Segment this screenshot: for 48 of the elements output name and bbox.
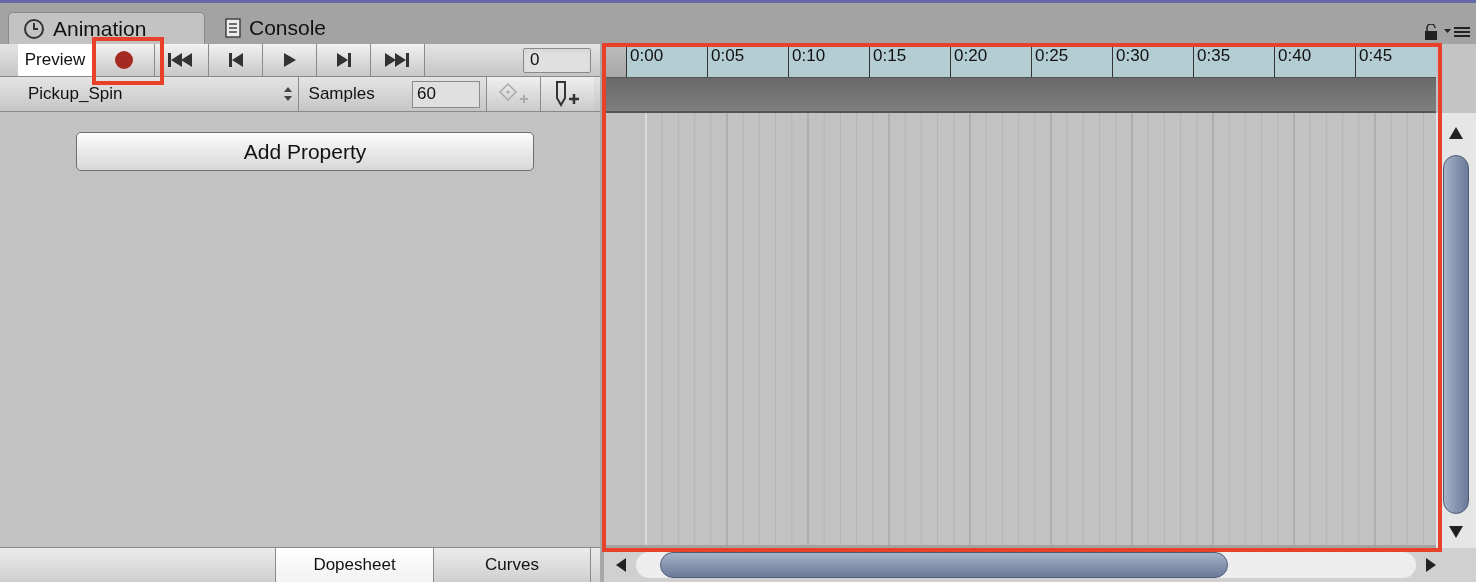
preview-toggle[interactable]: Preview	[18, 44, 93, 76]
samples-label: Samples	[308, 83, 376, 106]
time-label: 0:30	[1116, 47, 1150, 64]
skip-to-end-icon	[383, 52, 412, 68]
down-arrow-icon[interactable]	[1449, 526, 1463, 538]
time-label: 0:25	[1035, 47, 1069, 64]
time-label: 0:10	[792, 47, 826, 64]
time-label: 0:05	[711, 47, 745, 64]
highlight-frame	[92, 37, 164, 85]
view-tab[interactable]: Dopesheet	[275, 548, 433, 582]
time-label: 0:20	[954, 47, 988, 64]
time-label: 0:45	[1359, 47, 1393, 64]
record-icon	[113, 50, 134, 70]
time-label: 0:40	[1278, 47, 1312, 64]
play-icon	[282, 52, 297, 68]
left-arrow-icon[interactable]	[616, 558, 626, 572]
panel-tab[interactable]: Console	[211, 12, 371, 44]
event-track[interactable]	[604, 78, 1436, 113]
scroll-thumb[interactable]	[660, 552, 1228, 578]
step-back-icon	[227, 52, 244, 68]
scrollbar-corner	[1436, 44, 1476, 113]
document-icon	[225, 18, 241, 38]
samples-field[interactable]: 60	[412, 80, 480, 108]
step-forward-icon	[335, 52, 352, 68]
stepper-icon	[283, 87, 292, 101]
prev-button[interactable]	[209, 44, 263, 76]
right-arrow-icon[interactable]	[1426, 558, 1436, 572]
first-button[interactable]	[155, 44, 209, 76]
record-button[interactable]	[93, 44, 155, 76]
time-label: 0:00	[630, 47, 664, 64]
add-property-button[interactable]: Add Property	[76, 132, 534, 171]
clip-dropdown[interactable]: Pickup_Spin	[18, 77, 299, 111]
time-label: 0:15	[873, 47, 907, 64]
lock-icon[interactable]	[1424, 24, 1438, 40]
frame-field[interactable]: 0	[523, 47, 591, 73]
clock-icon	[23, 17, 45, 40]
view-tab[interactable]: Curves	[433, 548, 591, 582]
play-button[interactable]	[263, 44, 317, 76]
time-label: 0:35	[1197, 47, 1231, 64]
scroll-thumb[interactable]	[1443, 155, 1469, 514]
vertical-scrollbar[interactable]	[1436, 113, 1476, 548]
next-button[interactable]	[317, 44, 371, 76]
panel-tab[interactable]: Animation	[8, 12, 205, 44]
last-button[interactable]	[371, 44, 425, 76]
add-keyframe-icon	[497, 82, 530, 106]
menu-icon[interactable]	[1444, 26, 1470, 38]
add-event-button[interactable]	[540, 77, 594, 111]
up-arrow-icon[interactable]	[1449, 127, 1463, 139]
